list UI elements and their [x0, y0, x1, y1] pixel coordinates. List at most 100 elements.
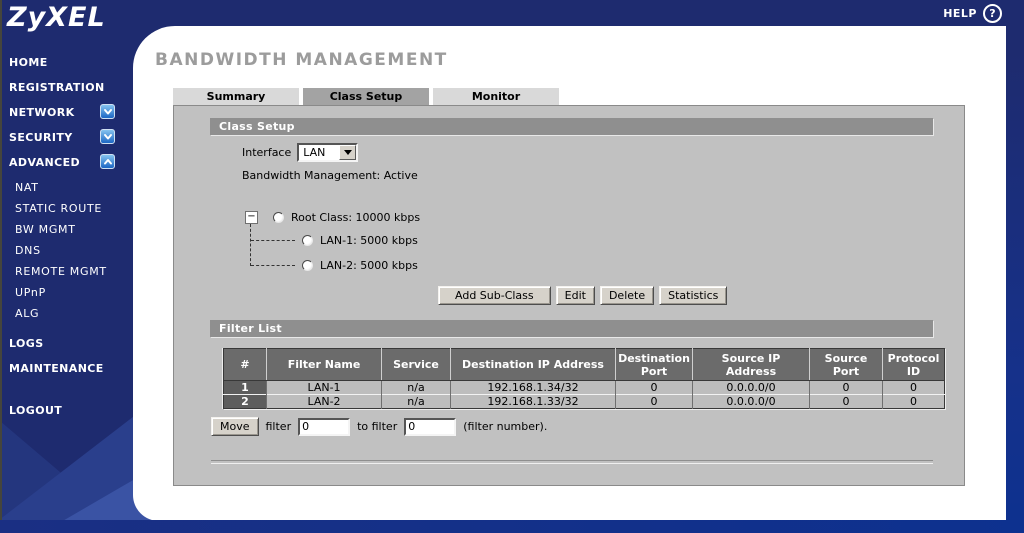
- tree-child-row: LAN-2: 5000 kbps: [245, 253, 420, 278]
- tree-child-row: LAN-1: 5000 kbps: [245, 228, 420, 253]
- table-cell: n/a: [381, 394, 451, 409]
- sidebar-item-label: ALG: [15, 307, 40, 320]
- table-cell: 0: [615, 380, 693, 395]
- root-class-label: Root Class: 10000 kbps: [291, 210, 421, 224]
- class-setup-section-header: Class Setup: [210, 118, 933, 135]
- sidebar-item-alg[interactable]: ALG: [2, 307, 133, 328]
- table-cell: 192.168.1.34/32: [450, 380, 616, 395]
- sidebar-item-label: HOME: [9, 56, 48, 69]
- column-header-filter-name: Filter Name: [266, 348, 382, 381]
- sidebar-item-label: BW MGMT: [15, 223, 76, 236]
- sidebar-item-home[interactable]: HOME: [2, 56, 133, 81]
- tree-branch-line: [251, 265, 295, 266]
- column-header-destination-ip-address: Destination IP Address: [450, 348, 616, 381]
- add-sub-class-button[interactable]: Add Sub-Class: [438, 286, 551, 305]
- tree-child-label: LAN-1: 5000 kbps: [320, 234, 418, 247]
- tab-bar: Summary Class Setup Monitor: [173, 88, 559, 105]
- class-action-buttons: Add Sub-Class Edit Delete Statistics: [438, 286, 728, 305]
- bottom-frame-strip: [0, 520, 1024, 533]
- table-cell: 0: [882, 394, 945, 409]
- sidebar-item-logout[interactable]: LOGOUT: [2, 404, 133, 429]
- sidebar-item-label: DNS: [15, 244, 41, 257]
- sidebar-item-label: LOGOUT: [9, 404, 63, 417]
- sidebar-item-label: STATIC ROUTE: [15, 202, 103, 215]
- sidebar-item-nat[interactable]: NAT: [2, 181, 133, 202]
- sidebar-item-static-route[interactable]: STATIC ROUTE: [2, 202, 133, 223]
- table-cell: LAN-1: [266, 380, 382, 395]
- column-header-number: #: [223, 348, 267, 381]
- sidebar-item-logs[interactable]: LOGS: [2, 337, 133, 362]
- tree-child-label: LAN-2: 5000 kbps: [320, 259, 418, 272]
- table-row: 1 LAN-1 n/a 192.168.1.34/32 0 0.0.0.0/0 0 0: [223, 380, 945, 395]
- table-cell: 0: [809, 394, 883, 409]
- chevron-down-icon[interactable]: [100, 104, 115, 119]
- sidebar-item-bw-mgmt[interactable]: BW MGMT: [2, 223, 133, 244]
- chevron-up-icon[interactable]: [100, 154, 115, 169]
- table-cell: 0: [615, 394, 693, 409]
- column-header-protocol-id: Protocol ID: [882, 348, 945, 381]
- sidebar-item-remote-mgmt[interactable]: REMOTE MGMT: [2, 265, 133, 286]
- lan-1-radio[interactable]: [302, 235, 313, 246]
- column-header-source-port: Source Port: [809, 348, 883, 381]
- statistics-button[interactable]: Statistics: [659, 286, 728, 305]
- sidebar-item-advanced[interactable]: ADVANCED: [2, 154, 133, 181]
- column-header-service: Service: [381, 348, 451, 381]
- table-cell: LAN-2: [266, 394, 382, 409]
- table-row: 2 LAN-2 n/a 192.168.1.33/32 0 0.0.0.0/0 0 0: [223, 394, 945, 409]
- delete-button[interactable]: Delete: [599, 286, 655, 305]
- sidebar-item-label: REGISTRATION: [9, 81, 105, 94]
- sidebar-item-security[interactable]: SECURITY: [2, 129, 133, 156]
- move-from-input[interactable]: [298, 417, 351, 436]
- right-frame-strip: [1006, 0, 1024, 533]
- class-setup-panel: Class Setup Interface LAN Bandwidth Mana…: [173, 105, 965, 486]
- lan-2-radio[interactable]: [302, 260, 313, 271]
- panel-divider: [211, 460, 933, 464]
- tree-root-row: − Root Class: 10000 kbps: [245, 206, 420, 228]
- sidebar-item-label: NETWORK: [9, 106, 75, 119]
- select-dropdown-button[interactable]: [339, 145, 357, 160]
- sidebar-item-registration[interactable]: REGISTRATION: [2, 81, 133, 106]
- tab-monitor[interactable]: Monitor: [433, 88, 559, 105]
- interface-label: Interface: [242, 146, 292, 159]
- tab-summary[interactable]: Summary: [173, 88, 299, 105]
- sidebar-nav: HOME REGISTRATION NETWORK SECURITY ADVANCED N…: [2, 56, 133, 429]
- class-tree: − Root Class: 10000 kbps LAN-1: 5000 kbp…: [245, 206, 420, 278]
- content-area: BANDWIDTH MANAGEMENT Summary Class Setup M…: [133, 26, 1006, 521]
- sidebar-item-label: MAINTENANCE: [9, 362, 104, 375]
- column-header-source-ip-address: Source IP Address: [692, 348, 810, 381]
- filter-number-hint: (filter number).: [463, 420, 548, 433]
- chevron-down-icon[interactable]: [100, 129, 115, 144]
- sidebar-item-network[interactable]: NETWORK: [2, 104, 133, 131]
- sidebar-item-dns[interactable]: DNS: [2, 244, 133, 265]
- help-question-icon: ?: [983, 4, 1002, 23]
- interface-select-value: LAN: [303, 146, 326, 159]
- table-cell: 0.0.0.0/0: [692, 394, 810, 409]
- edit-button[interactable]: Edit: [555, 286, 595, 305]
- row-number-cell: 1: [223, 380, 267, 395]
- sidebar-item-upnp[interactable]: UPnP: [2, 286, 133, 307]
- tab-class-setup[interactable]: Class Setup: [303, 88, 429, 105]
- table-cell: 0.0.0.0/0: [692, 380, 810, 395]
- bandwidth-management-screen: BANDWIDTH MANAGEMENT Summary Class Setup M…: [0, 0, 1024, 533]
- help-button[interactable]: HELP ?: [943, 4, 1002, 23]
- move-button[interactable]: Move: [211, 417, 259, 436]
- move-filter-row: Move filter to filter (filter number).: [211, 417, 547, 436]
- to-filter-label: to filter: [357, 420, 398, 433]
- bandwidth-status-text: Bandwidth Management: Active: [242, 169, 418, 182]
- collapse-icon[interactable]: −: [245, 210, 258, 224]
- table-cell: n/a: [381, 380, 451, 395]
- sidebar-item-label: REMOTE MGMT: [15, 265, 107, 278]
- column-header-destination-port: Destination Port: [615, 348, 693, 381]
- interface-row: Interface LAN: [242, 143, 359, 162]
- interface-select[interactable]: LAN: [297, 143, 359, 162]
- filter-list-section-header: Filter List: [210, 320, 933, 337]
- table-cell: 192.168.1.33/32: [450, 394, 616, 409]
- table-cell: 0: [809, 380, 883, 395]
- root-class-radio[interactable]: [273, 211, 284, 223]
- filter-label: filter: [265, 420, 292, 433]
- sidebar-item-label: NAT: [15, 181, 39, 194]
- sidebar-item-maintenance[interactable]: MAINTENANCE: [2, 362, 133, 387]
- move-to-input[interactable]: [404, 417, 457, 436]
- tree-branch-line: [251, 240, 295, 241]
- sidebar-item-label: ADVANCED: [9, 156, 81, 169]
